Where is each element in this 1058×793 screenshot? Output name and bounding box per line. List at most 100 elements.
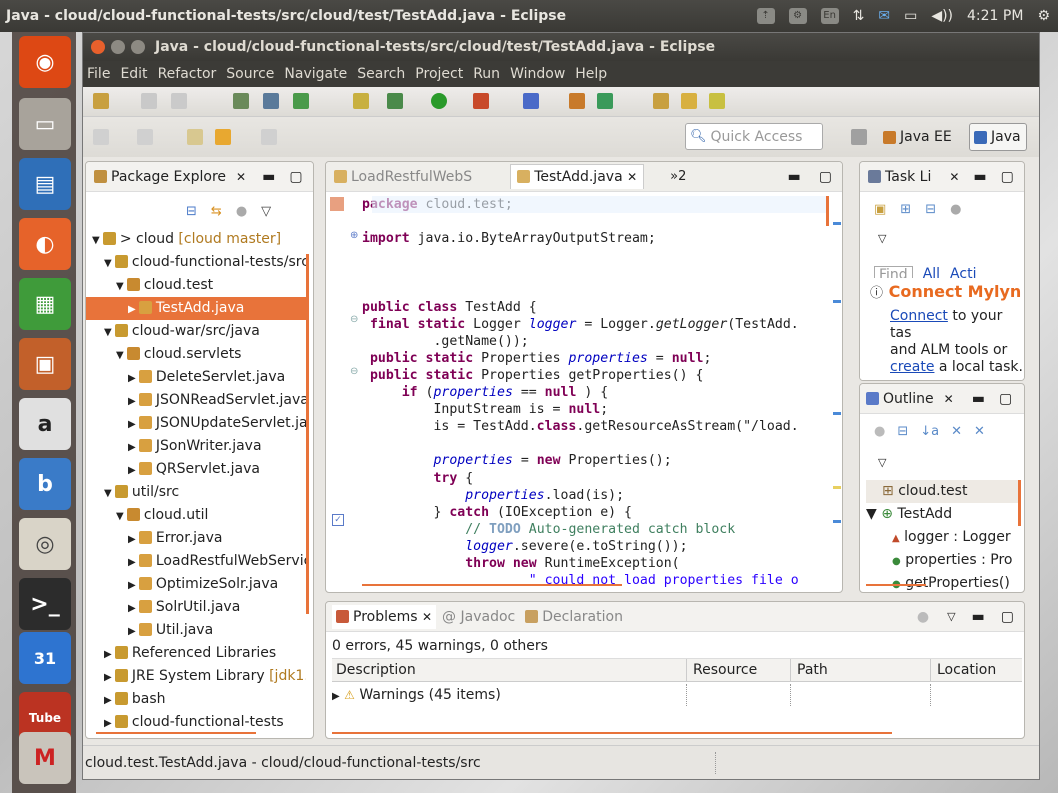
expand-toggle-icon[interactable]: ▶ (104, 672, 115, 683)
overview-mark[interactable] (833, 412, 841, 415)
calc-icon[interactable]: ▦ (19, 278, 71, 330)
tree-item[interactable]: ▼ cloud.util (86, 504, 306, 527)
tree-item[interactable]: ▶ LoadRestfulWebService.java (86, 550, 306, 573)
col-path[interactable]: Path (790, 659, 828, 681)
outline-method[interactable]: ● getProperties() (866, 572, 1020, 592)
close-window-button[interactable] (91, 40, 105, 54)
maximize-view-icon[interactable]: ▢ (1001, 169, 1014, 185)
perspective-java[interactable]: Java (969, 123, 1027, 151)
close-view-icon[interactable]: ✕ (236, 170, 246, 184)
maximize-window-button[interactable] (131, 40, 145, 54)
hide-static-icon[interactable]: ✕ (974, 424, 985, 439)
expand-toggle-icon[interactable]: ▶ (128, 304, 139, 315)
amazon-icon[interactable]: a (19, 398, 71, 450)
save-icon[interactable] (141, 93, 157, 109)
battery-icon[interactable]: ▭ (904, 8, 917, 24)
create-task-link[interactable]: create (890, 359, 934, 375)
open-folder-icon[interactable] (681, 93, 697, 109)
terminal-toolbar-icon[interactable] (263, 93, 279, 109)
outline-field-logger[interactable]: ▲ logger : Logger (866, 526, 1020, 549)
outline-field-properties[interactable]: ● properties : Pro (866, 549, 1020, 572)
expand-toggle-icon[interactable]: ▶ (128, 534, 139, 545)
sort-icon[interactable]: ↓a (920, 424, 939, 439)
javadoc-tab[interactable]: @ Javadoc (442, 609, 515, 625)
menu-navigate[interactable]: Navigate (279, 66, 352, 82)
focus-icon[interactable]: ● (950, 202, 961, 217)
prev-annotation-icon[interactable] (137, 129, 153, 145)
view-menu-icon[interactable]: ▽ (947, 610, 955, 623)
tree-item[interactable]: ▶ JSonWriter.java (86, 435, 306, 458)
close-tab-icon[interactable]: ✕ (627, 170, 637, 184)
focus-icon[interactable]: ● (874, 424, 885, 439)
expand-toggle-icon[interactable]: ▼ (116, 511, 127, 522)
new-java-class-icon[interactable] (569, 93, 585, 109)
expand-toggle-icon[interactable]: ▶ (128, 373, 139, 384)
overview-mark[interactable] (833, 300, 841, 303)
tree-item[interactable]: ▶ bash (86, 688, 306, 711)
tree-item[interactable]: ▶ TestAdd.java (86, 297, 306, 320)
new-package-icon[interactable] (597, 93, 613, 109)
expand-toggle-icon[interactable]: ▶ (128, 580, 139, 591)
collapse-all-icon[interactable]: ⊟ (186, 204, 197, 219)
close-view-icon[interactable]: ✕ (949, 170, 959, 184)
transfer-icon[interactable]: ⇅ (853, 8, 865, 24)
editor-tab-testadd[interactable]: TestAdd.java ✕ (510, 164, 645, 189)
fold-field-icon[interactable]: ⊖ (350, 314, 358, 325)
impress-icon[interactable]: ▣ (19, 338, 71, 390)
tree-item[interactable]: ▼ > cloud [cloud master] (86, 228, 306, 251)
tree-item[interactable]: ▶ SolrUtil.java (86, 596, 306, 619)
ubuntu-dash-icon[interactable]: ◉ (19, 36, 71, 88)
tree-item[interactable]: ▼ cloud-war/src/java (86, 320, 306, 343)
tree-item[interactable]: ▼ util/src (86, 481, 306, 504)
tree-item[interactable]: ▶ OptimizeSolr.java (86, 573, 306, 596)
new-file-icon[interactable] (353, 93, 369, 109)
clock[interactable]: 4:21 PM (967, 8, 1023, 24)
editor-hscroll-thumb[interactable] (362, 584, 622, 586)
focus-icon[interactable]: ● (917, 609, 929, 625)
hscroll-thumb[interactable] (96, 732, 256, 734)
expand-toggle-icon[interactable]: ▶ (128, 442, 139, 453)
expand-toggle-icon[interactable]: ▶ (128, 396, 139, 407)
minimize-view-icon[interactable]: ▬ (972, 609, 985, 625)
save-all-icon[interactable] (171, 93, 187, 109)
tree-item[interactable]: ▶ Util.java (86, 619, 306, 642)
outline-package[interactable]: ⊞ cloud.test (866, 480, 1020, 503)
menu-window[interactable]: Window (505, 66, 570, 82)
minimize-view-icon[interactable]: ▬ (262, 169, 275, 185)
back-history-icon[interactable] (187, 129, 203, 145)
perspective-java-ee[interactable]: Java EE (883, 125, 952, 149)
keyboard-layout[interactable]: En (820, 8, 839, 24)
menu-source[interactable]: Source (221, 66, 279, 82)
menu-refactor[interactable]: Refactor (153, 66, 222, 82)
outline-scroll-thumb[interactable] (1018, 480, 1021, 526)
tree-item[interactable]: ▶ DeleteServlet.java (86, 366, 306, 389)
tree-item[interactable]: ▶ Error.java (86, 527, 306, 550)
menu-edit[interactable]: Edit (115, 66, 152, 82)
outline-tab[interactable]: Outline ✕ ▬ ▢ (860, 384, 1024, 414)
mail-icon[interactable]: ✉ (878, 8, 890, 24)
editor-tab-loadrestful[interactable]: LoadRestfulWebS (334, 169, 472, 185)
col-location[interactable]: Location (930, 659, 996, 681)
connect-link[interactable]: Connect (890, 308, 948, 324)
problems-tab[interactable]: Problems ✕ (332, 604, 437, 629)
tree-item[interactable]: ▼ cloud.servlets (86, 343, 306, 366)
tree-item[interactable]: ▶ QRServlet.java (86, 458, 306, 481)
scrollbar-thumb[interactable] (306, 254, 309, 614)
files-icon[interactable]: ▭ (19, 98, 71, 150)
expand-toggle-icon[interactable]: ▶ (128, 419, 139, 430)
menu-project[interactable]: Project (410, 66, 468, 82)
expand-toggle-icon[interactable]: ▶ (104, 649, 115, 660)
run-icon[interactable] (431, 93, 447, 109)
back-icon[interactable] (215, 129, 231, 145)
calendar-icon[interactable]: 31 (19, 632, 71, 684)
fold-method-icon[interactable]: ⊖ (350, 366, 358, 377)
expand-toggle-icon[interactable]: ▼ (104, 258, 115, 269)
editor-vscroll-thumb[interactable] (826, 196, 829, 226)
view-menu-icon[interactable]: ▽ (878, 232, 886, 245)
col-description[interactable]: Description (336, 659, 416, 681)
checkbox-icon[interactable] (293, 93, 309, 109)
volume-icon[interactable]: ◀)) (931, 8, 953, 24)
expand-toggle-icon[interactable]: ▶ (104, 718, 115, 729)
schedule-icon[interactable]: ⊟ (925, 202, 936, 217)
settings-icon[interactable]: ⚙ (788, 8, 807, 24)
